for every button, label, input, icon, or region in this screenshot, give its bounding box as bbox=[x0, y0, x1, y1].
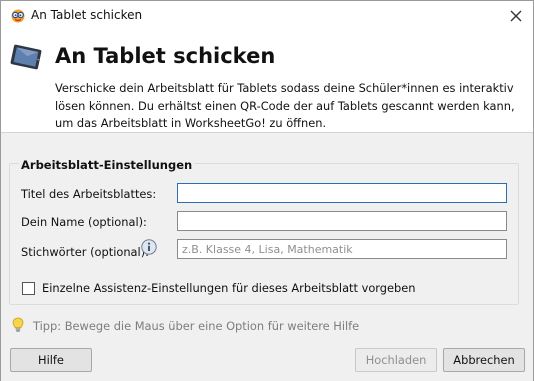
cancel-button[interactable]: Abbrechen bbox=[443, 348, 525, 372]
author-name-input[interactable] bbox=[177, 211, 507, 231]
title-field-label: Titel des Arbeitsblattes: bbox=[21, 187, 157, 201]
window-title: An Tablet schicken bbox=[31, 8, 143, 22]
header-title: An Tablet schicken bbox=[55, 44, 276, 68]
tip-text: Tipp: Bewege die Maus über eine Option f… bbox=[33, 319, 360, 333]
worksheet-title-input[interactable] bbox=[177, 183, 507, 203]
assistance-settings-label[interactable]: Einzelne Assistenz-Einstellungen für die… bbox=[42, 281, 416, 295]
keywords-field-label: Stichwörter (optional): bbox=[21, 245, 149, 259]
info-icon[interactable] bbox=[141, 239, 157, 255]
lightbulb-icon bbox=[12, 317, 24, 332]
tablet-icon bbox=[10, 44, 42, 70]
name-field-label: Dein Name (optional): bbox=[21, 215, 147, 229]
worksheetgo-logo-icon bbox=[11, 9, 25, 23]
help-button[interactable]: Hilfe bbox=[10, 348, 92, 372]
close-icon[interactable] bbox=[505, 5, 527, 27]
header-description: Verschicke dein Arbeitsblatt für Tablets… bbox=[55, 81, 515, 130]
dialog-content: Arbeitsblatt-Einstellungen Titel des Arb… bbox=[1, 132, 533, 381]
keywords-input[interactable] bbox=[177, 239, 507, 259]
dialog-header: An Tablet schicken Verschicke dein Arbei… bbox=[1, 31, 533, 131]
dialog-window: An Tablet schicken An Tablet schicken Ve… bbox=[0, 0, 534, 381]
upload-button[interactable]: Hochladen bbox=[355, 348, 437, 372]
title-bar: An Tablet schicken bbox=[1, 1, 533, 31]
settings-group-title: Arbeitsblatt-Einstellungen bbox=[19, 158, 195, 172]
assistance-settings-checkbox[interactable] bbox=[22, 282, 35, 295]
